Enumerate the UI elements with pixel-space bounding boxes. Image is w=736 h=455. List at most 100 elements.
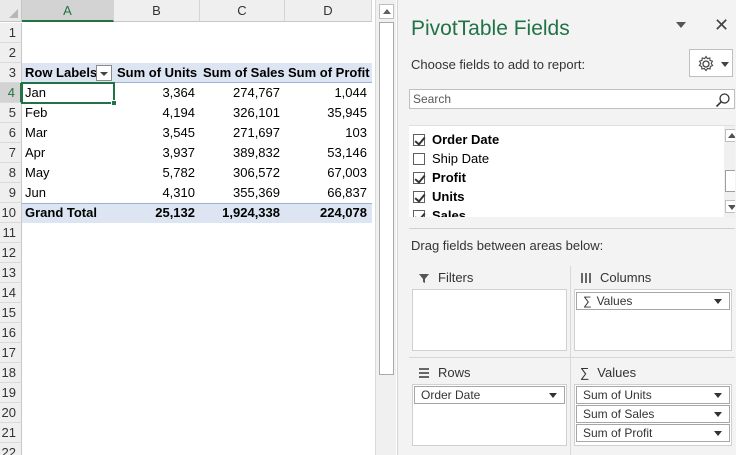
grand-total-sales[interactable]: 1,924,338 [200, 203, 285, 223]
pane-options-chevron-icon[interactable] [676, 22, 686, 28]
pivot-cell[interactable]: 3,937 [114, 143, 200, 163]
sheet-vertical-scrollbar[interactable] [375, 0, 396, 455]
values-item-sales[interactable]: Sum of Sales [576, 405, 730, 423]
values-item-profit[interactable]: Sum of Profit [576, 424, 730, 442]
field-list[interactable]: Order Date Ship Date Profit Units Sales [409, 125, 735, 217]
field-checkbox[interactable] [413, 133, 425, 146]
columns-item-values[interactable]: ∑ Values [576, 292, 730, 310]
field-checkbox[interactable] [413, 209, 425, 217]
chevron-down-icon[interactable] [714, 299, 722, 304]
pivot-cell[interactable]: 67,003 [285, 163, 372, 183]
pivot-cell[interactable]: 1,044 [285, 83, 372, 103]
field-list-scrollbar[interactable] [724, 126, 735, 217]
pivot-cell[interactable]: 66,837 [285, 183, 372, 203]
pivot-cell[interactable]: 389,832 [200, 143, 285, 163]
field-checkbox[interactable] [413, 125, 425, 126]
pivot-row-label[interactable]: Feb [22, 103, 114, 123]
values-item-units[interactable]: Sum of Units [576, 386, 730, 404]
chevron-down-icon[interactable] [549, 393, 557, 398]
pivot-cell[interactable]: 3,545 [114, 123, 200, 143]
row-header[interactable]: 2 [0, 43, 22, 63]
pivot-cell[interactable]: 3,364 [114, 83, 200, 103]
pivot-row-label[interactable]: Mar [22, 123, 114, 143]
column-header-a[interactable]: A [22, 0, 114, 22]
pane-divider[interactable] [409, 228, 735, 229]
column-header-c[interactable]: C [200, 0, 285, 22]
chevron-down-icon[interactable] [714, 393, 722, 398]
field-item-order-date[interactable]: Order Date [413, 130, 499, 149]
pivot-cell[interactable]: 53,146 [285, 143, 372, 163]
pivot-cell[interactable]: 5,782 [114, 163, 200, 183]
field-item-ship-date[interactable]: Ship Date [413, 149, 489, 168]
row-header[interactable]: 18 [0, 363, 22, 383]
field-item-sales[interactable]: Sales [413, 206, 466, 217]
pill-label: Order Date [421, 388, 481, 402]
field-checkbox[interactable] [413, 152, 425, 165]
pivot-cell[interactable]: 4,194 [114, 103, 200, 123]
close-icon[interactable]: ✕ [714, 16, 729, 34]
scroll-down-button[interactable] [725, 200, 735, 213]
pivot-cell[interactable]: 4,310 [114, 183, 200, 203]
spreadsheet-grid[interactable]: A B C D 1 2 3 4 5 6 7 8 9 10 11 12 13 14… [0, 0, 375, 455]
pivot-row-label[interactable]: Jun [22, 183, 114, 203]
grand-total-label[interactable]: Grand Total [22, 203, 114, 223]
field-item-sales-partial[interactable] [413, 125, 432, 129]
column-header-d[interactable]: D [285, 0, 372, 22]
search-input[interactable] [410, 90, 710, 108]
row-header[interactable]: 8 [0, 163, 22, 183]
row-header[interactable]: 14 [0, 283, 22, 303]
scroll-thumb[interactable] [379, 22, 394, 375]
select-all-corner[interactable] [0, 0, 22, 22]
search-icon[interactable] [715, 92, 731, 108]
row-header[interactable]: 13 [0, 263, 22, 283]
tools-button[interactable] [689, 49, 733, 77]
row-labels-filter-button[interactable] [96, 65, 112, 81]
row-header[interactable]: 17 [0, 343, 22, 363]
pivot-cell[interactable]: 274,767 [200, 83, 285, 103]
scroll-up-button[interactable] [725, 129, 735, 142]
pivot-cell[interactable]: 306,572 [200, 163, 285, 183]
pivot-header-sales[interactable]: Sum of Sales [200, 63, 285, 83]
pivot-header-units[interactable]: Sum of Units [114, 63, 200, 83]
grand-total-profit[interactable]: 224,078 [285, 203, 372, 223]
row-header[interactable]: 3 [0, 63, 22, 83]
row-header[interactable]: 10 [0, 203, 22, 223]
column-header-b[interactable]: B [114, 0, 200, 22]
row-header[interactable]: 1 [0, 23, 22, 43]
row-header[interactable]: 7 [0, 143, 22, 163]
grand-total-units[interactable]: 25,132 [114, 203, 200, 223]
chevron-down-icon[interactable] [714, 431, 722, 436]
field-checkbox[interactable] [413, 190, 425, 203]
pivot-cell[interactable]: 326,101 [200, 103, 285, 123]
rows-item-order-date[interactable]: Order Date [414, 386, 565, 404]
pivot-row-label[interactable]: May [22, 163, 114, 183]
field-search-box[interactable] [409, 89, 735, 109]
pivot-header-row-labels[interactable]: Row Labels [22, 63, 96, 83]
field-item-units[interactable]: Units [413, 187, 465, 206]
row-header[interactable]: 4 [0, 83, 22, 103]
row-header[interactable]: 5 [0, 103, 22, 123]
pivot-row-label[interactable]: Apr [22, 143, 114, 163]
pivot-cell[interactable]: 35,945 [285, 103, 372, 123]
fill-handle[interactable] [111, 100, 117, 106]
scroll-up-button[interactable] [379, 4, 394, 19]
row-header[interactable]: 11 [0, 223, 22, 243]
pivot-cell[interactable]: 355,369 [200, 183, 285, 203]
filters-drop-zone[interactable] [412, 289, 567, 351]
field-checkbox[interactable] [413, 171, 425, 184]
row-header[interactable]: 16 [0, 323, 22, 343]
pivot-header-profit[interactable]: Sum of Profit [285, 63, 372, 83]
field-item-profit[interactable]: Profit [413, 168, 466, 187]
row-header[interactable]: 6 [0, 123, 22, 143]
row-header[interactable]: 9 [0, 183, 22, 203]
row-header[interactable]: 21 [0, 423, 22, 443]
row-header[interactable]: 20 [0, 403, 22, 423]
pivot-cell[interactable]: 103 [285, 123, 372, 143]
chevron-down-icon[interactable] [714, 412, 722, 417]
row-header[interactable]: 22 [0, 443, 22, 455]
row-header[interactable]: 15 [0, 303, 22, 323]
row-header[interactable]: 12 [0, 243, 22, 263]
scroll-thumb[interactable] [725, 170, 735, 192]
pivot-cell[interactable]: 271,697 [200, 123, 285, 143]
row-header[interactable]: 19 [0, 383, 22, 403]
